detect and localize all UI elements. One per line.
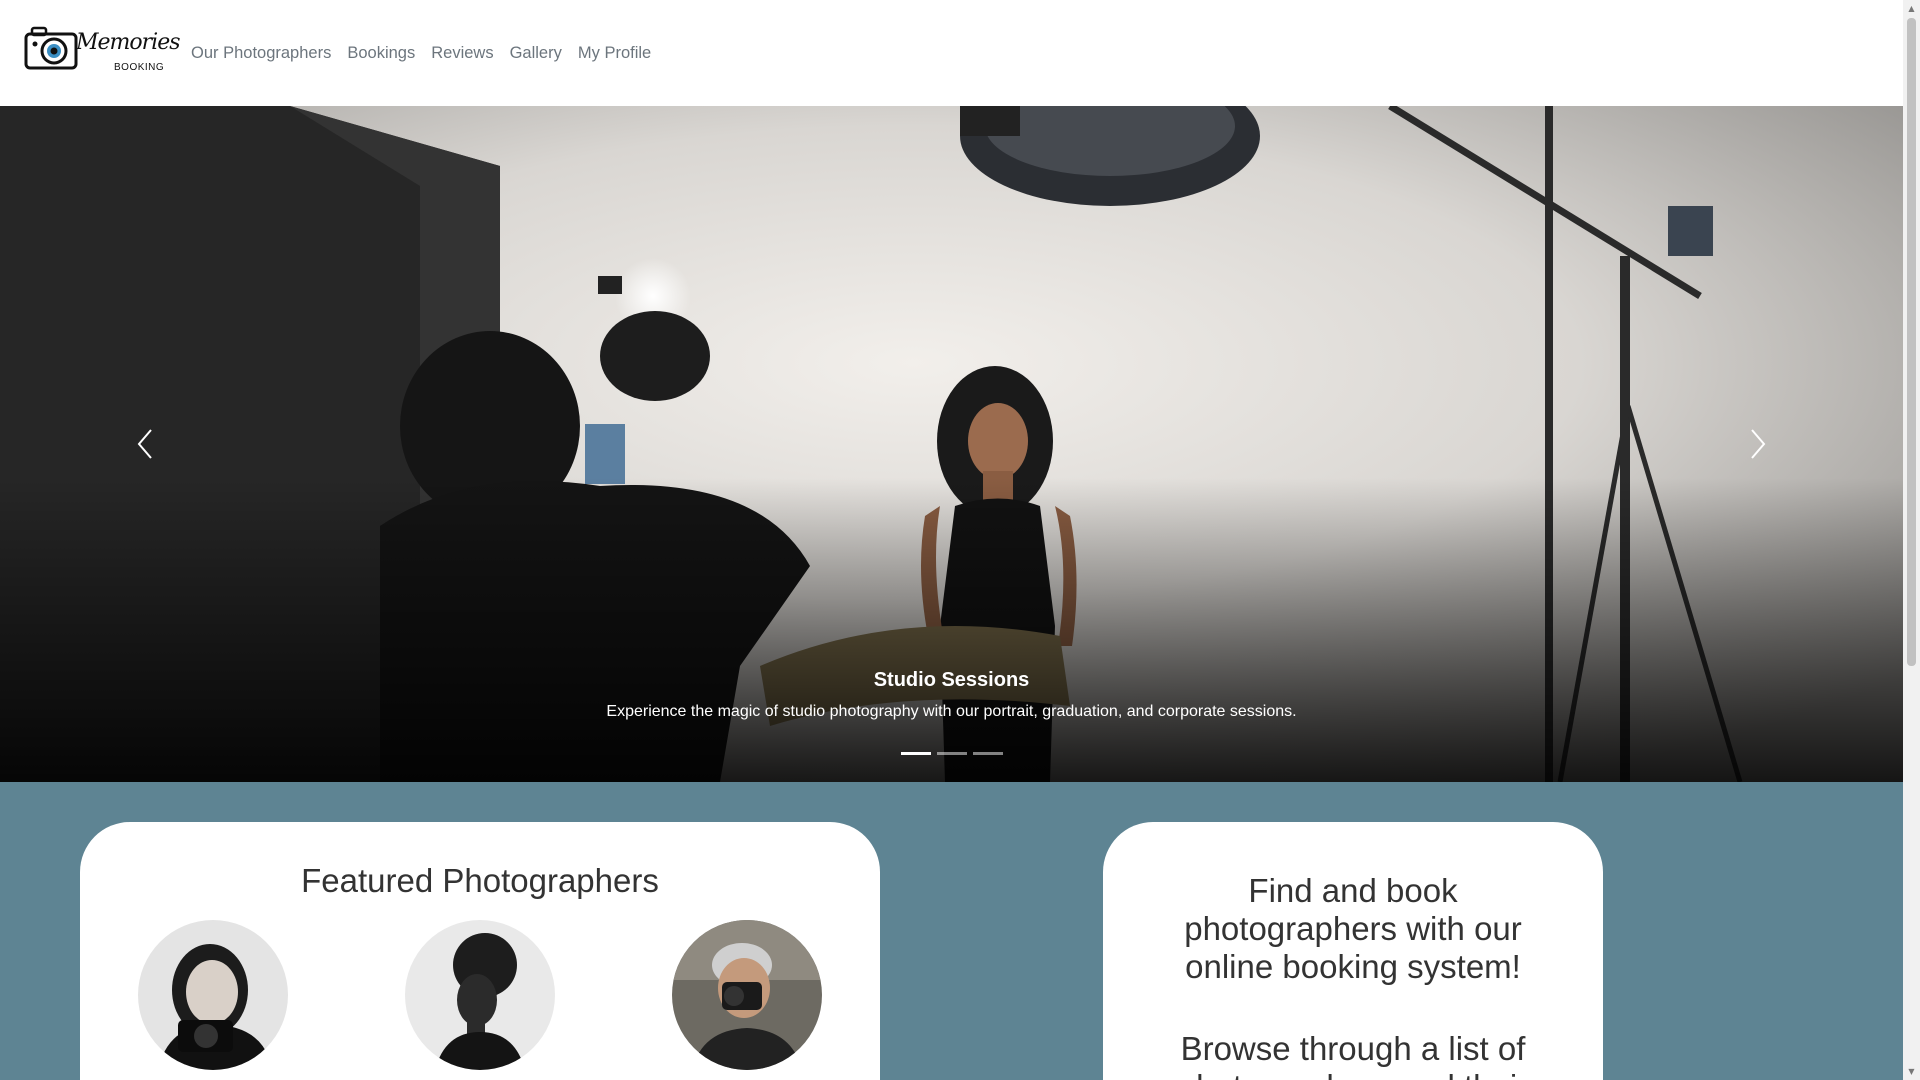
carousel-indicator-1[interactable]	[900, 752, 931, 755]
featured-photographers-title: Featured Photographers	[301, 862, 659, 899]
carousel-caption-title: Studio Sessions	[873, 669, 1030, 691]
chevron-right-icon	[1751, 429, 1766, 459]
carousel-indicators	[0, 752, 1903, 755]
info-subtext: Browse through a list of photographers a…	[1178, 1030, 1528, 1080]
info-card: Find and book photographers with our onl…	[1103, 822, 1603, 1080]
hero-carousel: Studio Sessions Experience the magic of …	[0, 106, 1903, 782]
camera-icon	[24, 26, 78, 70]
nav-links: Our Photographers Bookings Reviews Galle…	[191, 0, 667, 106]
scrollbar-thumb[interactable]	[1907, 18, 1916, 666]
scroll-down-arrow-icon[interactable]: ▼	[1903, 1063, 1920, 1080]
nav-link-gallery[interactable]: Gallery	[510, 44, 562, 63]
photographer-avatar-3[interactable]	[672, 920, 822, 1070]
nav-link-reviews[interactable]: Reviews	[431, 44, 493, 63]
carousel-caption-text: Experience the magic of studio photograp…	[606, 703, 1297, 720]
brand-logo[interactable]: Memories BOOKING	[24, 22, 181, 78]
photographer-avatar-2[interactable]	[405, 920, 555, 1070]
nav-link-our-photographers[interactable]: Our Photographers	[191, 44, 331, 63]
content-section: Featured Photographers Find and book pho…	[0, 782, 1903, 1080]
logo-script-text: Memories	[76, 30, 181, 55]
page-scrollbar[interactable]: ▲ ▼	[1903, 0, 1920, 1080]
carousel-indicator-2[interactable]	[936, 752, 967, 755]
chevron-left-icon	[137, 429, 152, 459]
logo-subtitle: BOOKING	[114, 62, 165, 73]
navbar: Memories BOOKING Our Photographers Booki…	[0, 0, 1903, 106]
carousel-indicator-3[interactable]	[972, 752, 1003, 755]
nav-link-my-profile[interactable]: My Profile	[578, 44, 651, 63]
info-headline: Find and book photographers with our onl…	[1184, 872, 1522, 985]
nav-link-bookings[interactable]: Bookings	[347, 44, 415, 63]
photographer-avatar-1[interactable]	[138, 920, 288, 1070]
featured-photographers-card: Featured Photographers	[80, 822, 880, 1080]
scroll-up-arrow-icon[interactable]: ▲	[1903, 0, 1920, 17]
